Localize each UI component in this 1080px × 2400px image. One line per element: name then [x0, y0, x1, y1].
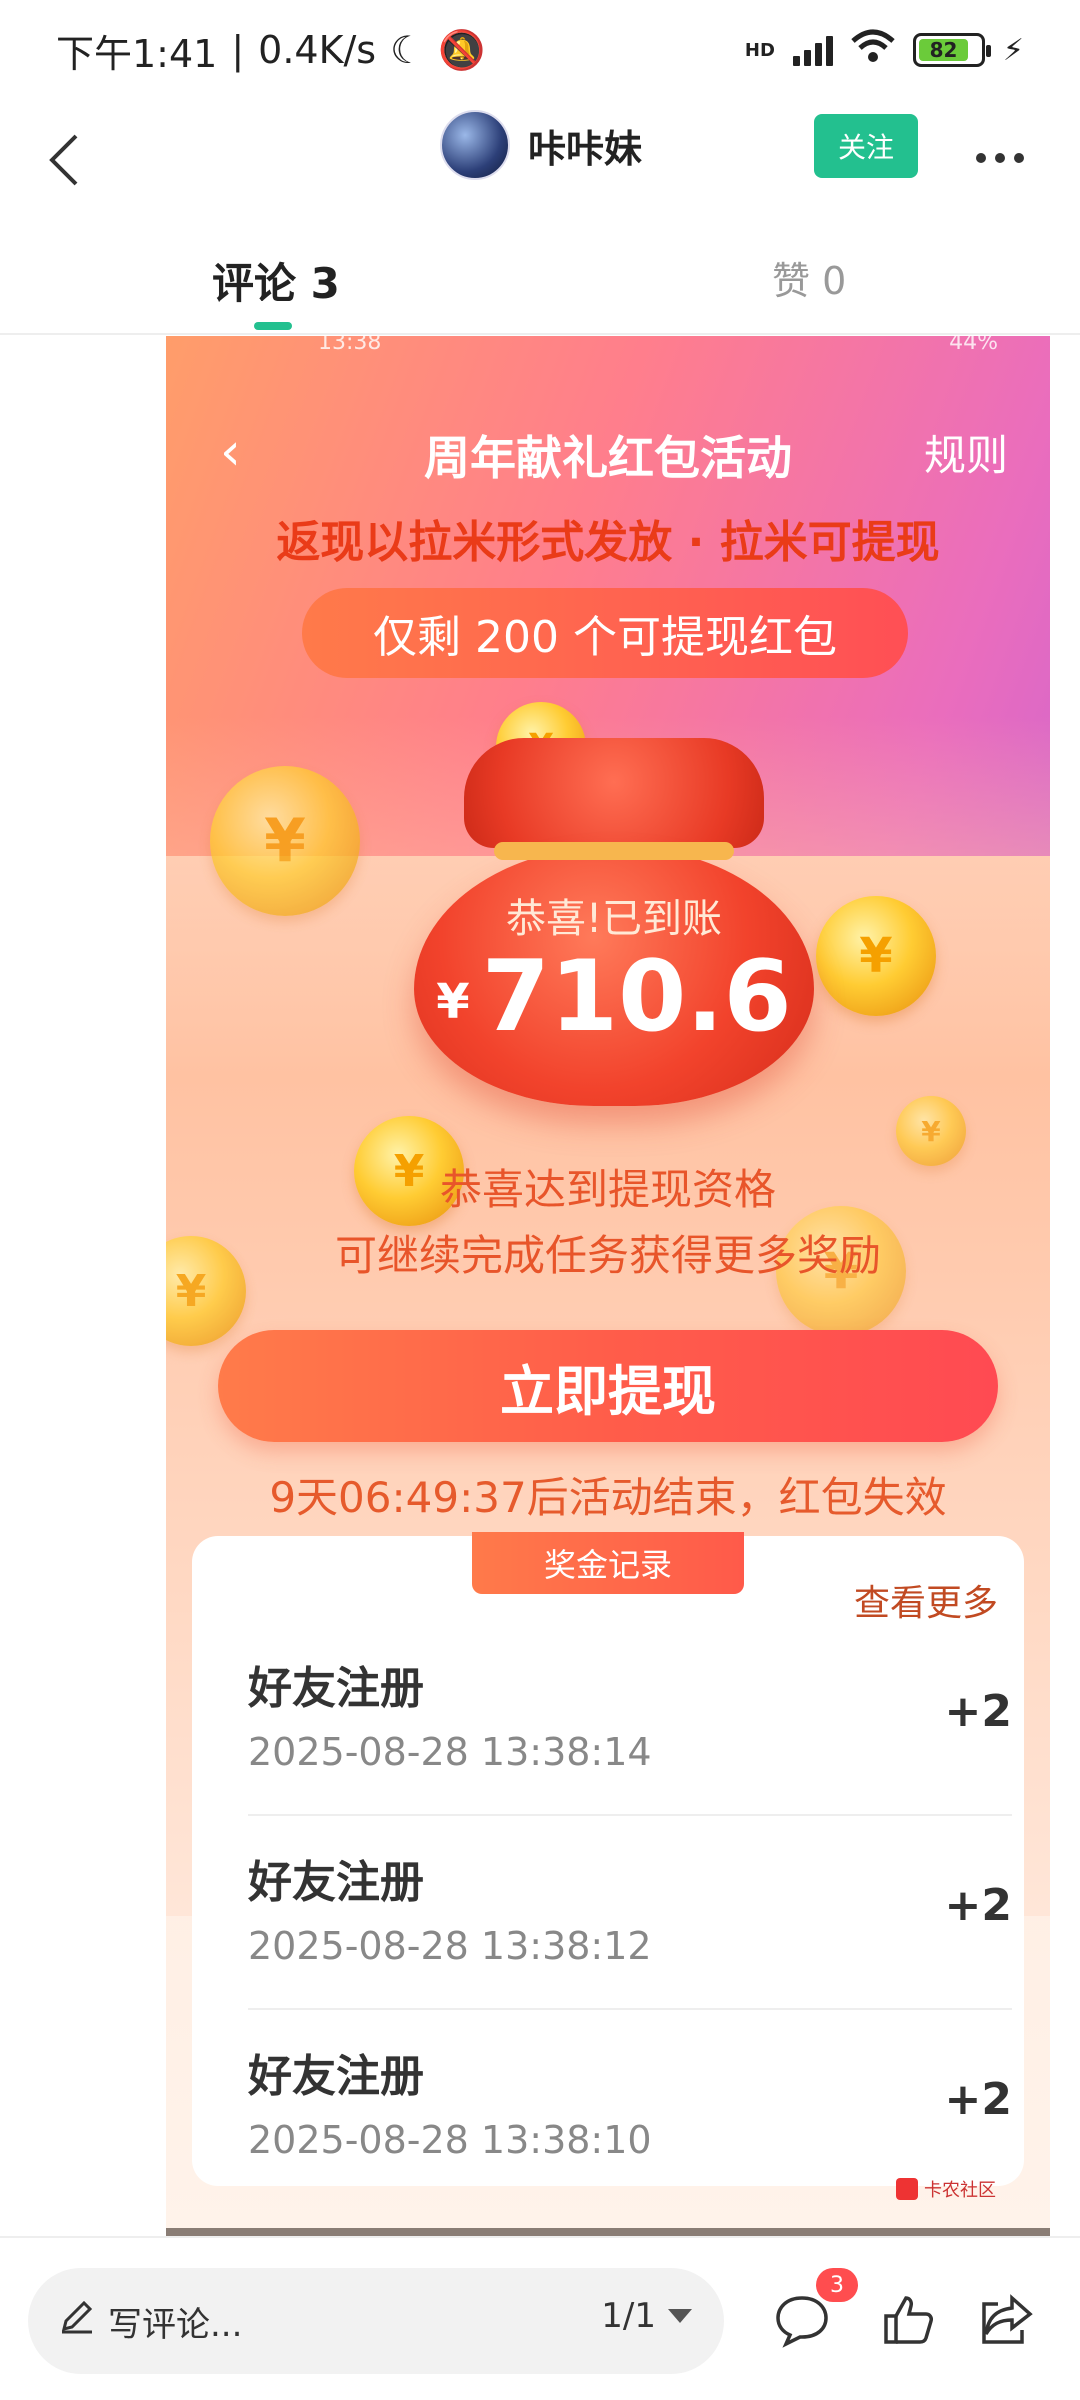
mute-icon: 🔕: [438, 27, 486, 72]
embedded-status-battery: 44%: [949, 336, 998, 355]
comment-count-badge: 3: [816, 2268, 858, 2302]
status-bar: 下午1:41 | 0.4K/s ☾ 🔕 HD 82 ⚡: [0, 0, 1080, 100]
withdraw-button: 立即提现: [218, 1330, 998, 1442]
bag-tie: [494, 842, 734, 860]
battery-level: 82: [918, 38, 969, 62]
pager-text: 1/1: [601, 2296, 656, 2336]
bottom-bar: 写评论... 1/1 3: [0, 2236, 1080, 2400]
record-title: 好友注册: [248, 1663, 424, 1714]
activity-subtitle: 返现以拉米形式发放 · 拉米可提现: [276, 517, 940, 568]
records-card: 好友注册 2025-08-28 13:38:14 +2 好友注册 2025-08…: [192, 1536, 1024, 2186]
battery-icon: 82: [912, 33, 991, 67]
record-title: 好友注册: [248, 1857, 424, 1908]
status-speed: 0.4K/s: [258, 28, 377, 72]
tab-comments[interactable]: 评论 3: [212, 250, 340, 311]
record-title: 好友注册: [248, 2051, 424, 2102]
embedded-status-time: 13:38: [318, 336, 382, 355]
tab-underline: [254, 322, 292, 330]
coin-icon: ¥: [816, 896, 936, 1016]
tab-bar: 评论 3 赞 0: [0, 230, 1080, 335]
money-bag: 恭喜!已到账 ¥710.6: [414, 726, 814, 1106]
caret-down-icon: [668, 2309, 692, 2323]
watermark-logo-icon: [896, 2178, 918, 2200]
header: 咔咔妹 关注: [0, 100, 1080, 220]
record-time: 2025-08-28 13:38:14: [248, 1730, 652, 1774]
record-item: 好友注册 2025-08-28 13:38:12 +2: [248, 1816, 1012, 2010]
coin-icon: ¥: [210, 766, 360, 916]
records-title: 奖金记录: [472, 1532, 744, 1594]
pencil-icon: [58, 2297, 96, 2345]
activity-rules: 规则: [923, 431, 1008, 480]
amount-value: 710.6: [481, 940, 792, 1054]
record-amount: +2: [944, 2074, 1012, 2125]
qualify-line-1: 恭喜达到提现资格: [439, 1165, 776, 1214]
record-amount: +2: [944, 1686, 1012, 1737]
record-item: 好友注册 2025-08-28 13:38:14 +2: [248, 1622, 1012, 1816]
bag-message: 恭喜!已到账: [505, 896, 723, 942]
page-selector[interactable]: 1/1: [601, 2296, 692, 2336]
watermark-text: 卡农社区: [924, 2180, 996, 2201]
username[interactable]: 咔咔妹: [528, 118, 642, 173]
signal-icon: [792, 34, 833, 66]
records-more: 查看更多: [853, 1583, 998, 1624]
embedded-status-bar: 13:38 44%: [166, 336, 1050, 360]
record-amount: +2: [944, 1880, 1012, 1931]
currency-symbol: ¥: [436, 974, 470, 1030]
remaining-pill: 仅剩 200 个可提现红包: [302, 588, 908, 678]
embedded-screenshot[interactable]: 13:38 44% ‹ 周年献礼红包活动 规则 返现以拉米形式发放 · 拉米可提…: [166, 336, 1050, 2236]
profile[interactable]: 咔咔妹: [440, 110, 642, 180]
status-left: 下午1:41 | 0.4K/s ☾ 🔕: [56, 23, 486, 78]
watermark: 卡农社区: [896, 2176, 996, 2202]
record-time: 2025-08-28 13:38:10: [248, 2118, 652, 2162]
status-time: 下午1:41: [56, 31, 218, 76]
status-right: HD 82 ⚡: [745, 29, 1024, 72]
avatar[interactable]: [440, 110, 510, 180]
tab-likes[interactable]: 赞 0: [772, 250, 846, 305]
qualify-line-2: 可继续完成任务获得更多奖励: [334, 1231, 881, 1280]
more-icon[interactable]: [975, 124, 1025, 175]
record-item: 好友注册 2025-08-28 13:38:10 +2: [248, 2010, 1012, 2204]
status-separator: |: [231, 28, 245, 72]
share-icon[interactable]: [976, 2290, 1036, 2350]
moon-icon: ☾: [390, 28, 425, 72]
back-icon[interactable]: [24, 120, 104, 200]
like-icon[interactable]: [878, 2290, 938, 2350]
record-time: 2025-08-28 13:38:12: [248, 1924, 652, 1968]
comment-placeholder[interactable]: 写评论...: [108, 2297, 242, 2346]
follow-button[interactable]: 关注: [814, 114, 918, 178]
wifi-icon: [851, 29, 895, 72]
bag-amount: ¥710.6: [414, 940, 814, 1054]
countdown: 9天06:49:37后活动结束，红包失效: [269, 1473, 947, 1522]
activity-title: 周年献礼红包活动: [424, 431, 792, 485]
screenshot-bottom-edge: [166, 2228, 1050, 2236]
comment-input[interactable]: 写评论... 1/1: [28, 2268, 724, 2374]
charging-icon: ⚡: [1002, 32, 1024, 68]
bag-neck: [464, 738, 764, 848]
network-label: HD: [744, 39, 775, 61]
